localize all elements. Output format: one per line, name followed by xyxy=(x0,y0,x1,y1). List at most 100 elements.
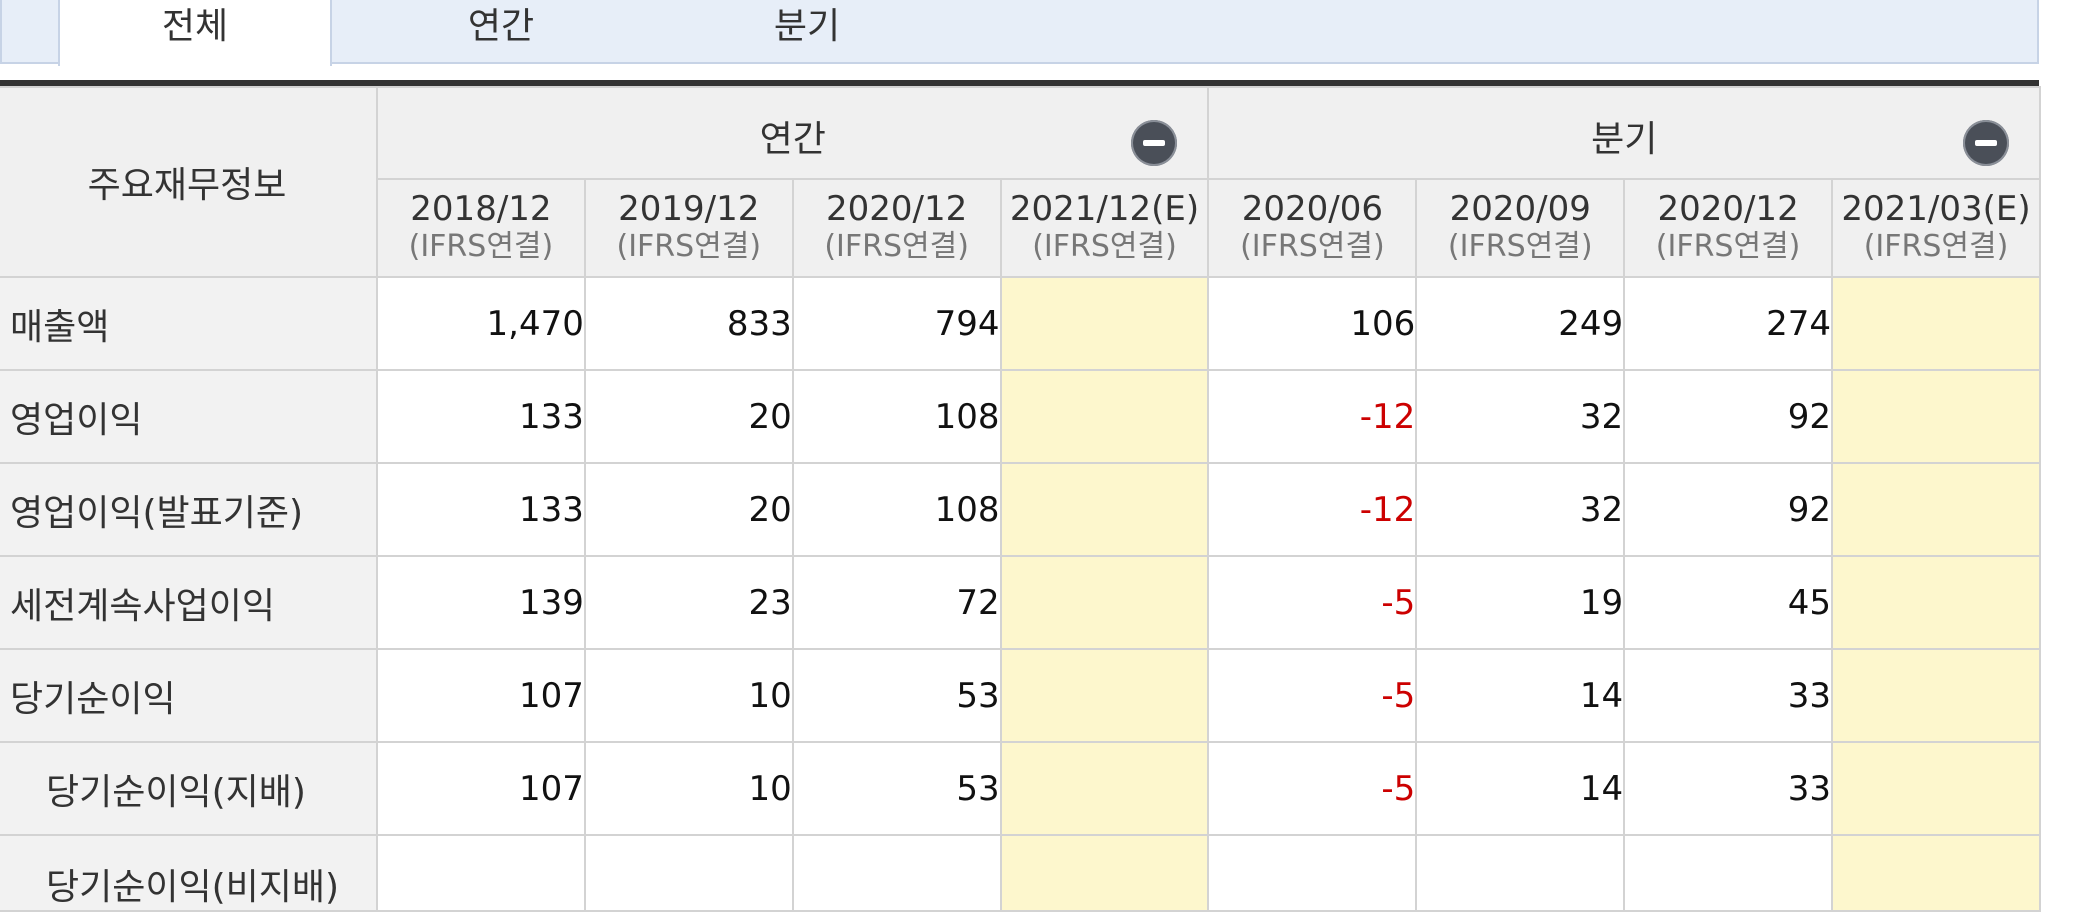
period-header: 2018/12 (IFRS연결) xyxy=(376,178,586,278)
period-header: 2020/12 (IFRS연결) xyxy=(791,178,1002,278)
period-header: 2021/12(E) (IFRS연결) xyxy=(999,178,1210,278)
period-date: 2020/12 xyxy=(826,189,968,229)
value-cell xyxy=(1831,741,2041,836)
value-cell: 833 xyxy=(583,276,794,371)
financial-summary-table: 주요재무정보 연간 분기 2018/12 (IFRS연결) 2019/12 (IFRS… xyxy=(0,86,2041,912)
value-cell xyxy=(1831,276,2041,371)
period-header: 2019/12 (IFRS연결) xyxy=(583,178,794,278)
period-basis: (IFRS연결) xyxy=(408,229,554,264)
value-cell xyxy=(999,555,1210,650)
value-cell: -12 xyxy=(1207,369,1418,464)
value-cell xyxy=(791,834,1002,912)
collapse-quarter-icon[interactable] xyxy=(1963,120,2009,166)
table-row: 당기순이익(지배) 107 10 53 -5 14 33 xyxy=(0,741,2041,836)
period-header: 2020/09 (IFRS연결) xyxy=(1415,178,1626,278)
row-label[interactable]: 영업이익(발표기준) xyxy=(0,462,378,557)
table-row: 영업이익 133 20 108 -12 32 92 xyxy=(0,369,2041,464)
period-date: 2019/12 xyxy=(618,189,760,229)
row-label[interactable]: 영업이익 xyxy=(0,369,378,464)
value-cell: 108 xyxy=(791,462,1002,557)
value-cell: 53 xyxy=(791,648,1002,743)
value-cell: 20 xyxy=(583,462,794,557)
value-cell: -5 xyxy=(1207,648,1418,743)
value-cell xyxy=(999,648,1210,743)
period-date: 2020/06 xyxy=(1241,189,1383,229)
value-cell: 133 xyxy=(376,462,586,557)
period-basis: (IFRS연결) xyxy=(1655,229,1801,264)
period-basis: (IFRS연결) xyxy=(1240,229,1385,264)
value-cell: 108 xyxy=(791,369,1002,464)
value-cell xyxy=(1831,834,2041,912)
period-header: 2020/12 (IFRS연결) xyxy=(1623,178,1834,278)
value-cell: 1,470 xyxy=(376,276,586,371)
value-cell: 14 xyxy=(1415,648,1626,743)
value-cell: 32 xyxy=(1415,462,1626,557)
period-date: 2020/09 xyxy=(1449,189,1591,229)
period-basis: (IFRS연결) xyxy=(824,229,969,264)
period-basis: (IFRS연결) xyxy=(1447,229,1593,264)
table-body: 매출액 1,470 833 794 106 249 274 영업이익 133 20 108 -12 32… xyxy=(0,276,2041,912)
table-row: 매출액 1,470 833 794 106 249 274 xyxy=(0,276,2041,371)
value-cell: 107 xyxy=(376,741,586,836)
tab-annual[interactable]: 연간 xyxy=(348,0,654,64)
main-financial-info-header: 주요재무정보 xyxy=(0,86,378,278)
value-cell xyxy=(1831,462,2041,557)
value-cell: 45 xyxy=(1623,555,1834,650)
annual-group-header: 연간 xyxy=(375,86,1210,180)
value-cell xyxy=(999,276,1210,371)
period-basis: (IFRS연결) xyxy=(616,229,762,264)
value-cell: 32 xyxy=(1415,369,1626,464)
table-row: 당기순이익 107 10 53 -5 14 33 xyxy=(0,648,2041,743)
value-cell: 274 xyxy=(1623,276,1834,371)
tab-quarter[interactable]: 분기 xyxy=(654,0,960,64)
period-header: 2020/06 (IFRS연결) xyxy=(1207,178,1418,278)
value-cell xyxy=(1831,648,2041,743)
row-label[interactable]: 당기순이익 xyxy=(0,648,378,743)
value-cell: 14 xyxy=(1415,741,1626,836)
value-cell: 19 xyxy=(1415,555,1626,650)
period-tab-bar: 전체 연간 분기 xyxy=(0,0,2039,66)
value-cell: 106 xyxy=(1207,276,1418,371)
quarter-group-label: 분기 xyxy=(1591,119,1658,160)
value-cell: 10 xyxy=(583,741,794,836)
period-date: 2021/03(E) xyxy=(1841,189,2031,229)
value-cell: 53 xyxy=(791,741,1002,836)
quarter-group-header: 분기 xyxy=(1207,86,2041,180)
value-cell: 20 xyxy=(583,369,794,464)
value-cell xyxy=(999,834,1210,912)
value-cell xyxy=(376,834,586,912)
value-cell: 10 xyxy=(583,648,794,743)
row-label[interactable]: 당기순이익(지배) xyxy=(0,741,378,836)
table-row: 당기순이익(비지배) xyxy=(0,834,2041,912)
period-date: 2020/12 xyxy=(1657,189,1799,229)
period-header: 2021/03(E) (IFRS연결) xyxy=(1831,178,2041,278)
value-cell: -5 xyxy=(1207,555,1418,650)
period-basis: (IFRS연결) xyxy=(1032,229,1177,264)
row-label[interactable]: 당기순이익(비지배) xyxy=(0,834,378,912)
period-date: 2018/12 xyxy=(410,189,552,229)
value-cell: 107 xyxy=(376,648,586,743)
value-cell: -12 xyxy=(1207,462,1418,557)
value-cell xyxy=(1623,834,1834,912)
period-basis: (IFRS연결) xyxy=(1863,229,2009,264)
row-label[interactable]: 세전계속사업이익 xyxy=(0,555,378,650)
annual-group-label: 연간 xyxy=(759,119,826,160)
value-cell: 794 xyxy=(791,276,1002,371)
value-cell: 249 xyxy=(1415,276,1626,371)
period-date: 2021/12(E) xyxy=(1009,189,1200,229)
table-row: 영업이익(발표기준) 133 20 108 -12 32 92 xyxy=(0,462,2041,557)
value-cell: 92 xyxy=(1623,369,1834,464)
tab-all[interactable]: 전체 xyxy=(58,0,332,66)
row-label[interactable]: 매출액 xyxy=(0,276,378,371)
value-cell xyxy=(1415,834,1626,912)
value-cell xyxy=(1831,555,2041,650)
value-cell: 133 xyxy=(376,369,586,464)
table-row: 세전계속사업이익 139 23 72 -5 19 45 xyxy=(0,555,2041,650)
value-cell: 72 xyxy=(791,555,1002,650)
value-cell: 23 xyxy=(583,555,794,650)
value-cell: 92 xyxy=(1623,462,1834,557)
value-cell: 33 xyxy=(1623,648,1834,743)
value-cell xyxy=(1207,834,1418,912)
value-cell xyxy=(583,834,794,912)
value-cell: -5 xyxy=(1207,741,1418,836)
